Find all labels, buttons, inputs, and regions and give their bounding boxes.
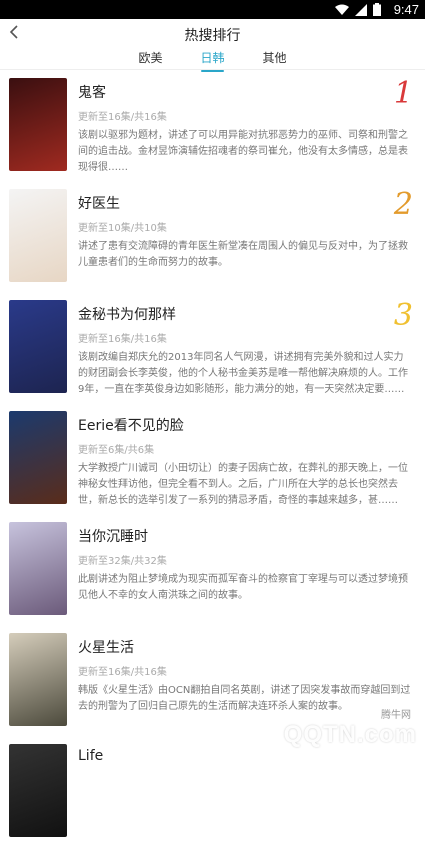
page-title: 热搜排行 (184, 28, 241, 44)
episode-status: 更新至16集/共16集 (78, 112, 167, 123)
list-item[interactable]: 当你沉睡时更新至32集/共32集此剧讲述为阻止梦境成为现实而孤军奋斗的检察官丁宰… (0, 514, 425, 625)
show-title[interactable]: 当你沉睡时 (78, 526, 148, 546)
header: 热搜排行 欧美 日韩 其他 (0, 19, 425, 72)
list-item[interactable]: Eerie看不见的脸更新至6集/共6集大学教授广川诚司（小田切让）的妻子因病亡故… (0, 403, 425, 514)
tab-other[interactable]: 其他 (261, 49, 289, 70)
watermark-text: QQTN.com (283, 721, 417, 748)
poster-image[interactable] (9, 522, 67, 615)
poster-image[interactable] (9, 189, 67, 282)
show-title[interactable]: Eerie看不见的脸 (78, 415, 184, 435)
signal-icon (355, 3, 367, 16)
list-item[interactable]: 好医生更新至10集/共10集讲述了患有交流障碍的青年医生新堂凑在周围人的偏见与反… (0, 181, 425, 292)
show-description: 该剧改编自郑庆允的2013年同名人气网漫，讲述拥有完美外貌和过人实力的财团副会长… (78, 352, 408, 395)
poster-image[interactable] (9, 744, 67, 837)
status-bar: 9:47 (0, 0, 425, 19)
battery-icon (373, 3, 381, 16)
show-description: 此剧讲述为阻止梦境成为现实而孤军奋斗的检察官丁宰瑆与可以透过梦境预见他人不幸的女… (78, 574, 408, 601)
list-item[interactable]: 金秘书为何那样更新至16集/共16集该剧改编自郑庆允的2013年同名人气网漫，讲… (0, 292, 425, 403)
rank-number: 2 (393, 187, 413, 222)
category-tabs: 欧美 日韩 其他 (0, 49, 425, 72)
show-title[interactable]: 火星生活 (78, 637, 134, 657)
episode-status: 更新至6集/共6集 (78, 445, 155, 456)
list-item[interactable]: Life (0, 736, 425, 847)
episode-status: 更新至10集/共10集 (78, 223, 167, 234)
episode-status: 更新至32集/共32集 (78, 556, 167, 567)
rank-number: 3 (393, 298, 413, 333)
show-title[interactable]: 好医生 (78, 193, 120, 213)
status-icons (335, 3, 381, 16)
show-title[interactable]: 金秘书为何那样 (78, 304, 176, 324)
poster-image[interactable] (9, 411, 67, 504)
episode-status: 更新至16集/共16集 (78, 334, 167, 345)
show-description: 该剧以驱邪为题材，讲述了可以用异能对抗邪恶势力的巫师、司祭和刑警之间的追击战。金… (78, 130, 408, 173)
rank-number: 1 (393, 76, 413, 111)
status-time: 9:47 (393, 2, 419, 17)
watermark-logo-icon (243, 718, 278, 752)
show-title[interactable]: Life (78, 748, 103, 764)
show-description: 讲述了患有交流障碍的青年医生新堂凑在周围人的偏见与反对中，为了拯救儿童患者们的生… (78, 241, 408, 268)
poster-image[interactable] (9, 78, 67, 171)
episode-status: 更新至16集/共16集 (78, 667, 167, 678)
show-description: 韩版《火星生活》由OCN翻拍自同名英剧，讲述了因突发事故而穿越回到过去的刑警为了… (78, 685, 411, 712)
watermark-small-text: 腾牛网 (381, 710, 411, 721)
poster-image[interactable] (9, 300, 67, 393)
show-title[interactable]: 鬼客 (78, 82, 106, 102)
poster-image[interactable] (9, 633, 67, 726)
show-description: 大学教授广川诚司（小田切让）的妻子因病亡故，在葬礼的那天晚上，一位神秘女性拜访他… (78, 463, 408, 506)
watermark: 腾牛网 QQTN.com (243, 710, 417, 752)
wifi-icon (335, 4, 349, 15)
tab-japan-korea[interactable]: 日韩 (198, 49, 226, 72)
tab-western[interactable]: 欧美 (136, 49, 164, 70)
list-item[interactable]: 鬼客更新至16集/共16集该剧以驱邪为题材，讲述了可以用异能对抗邪恶势力的巫师、… (0, 70, 425, 181)
